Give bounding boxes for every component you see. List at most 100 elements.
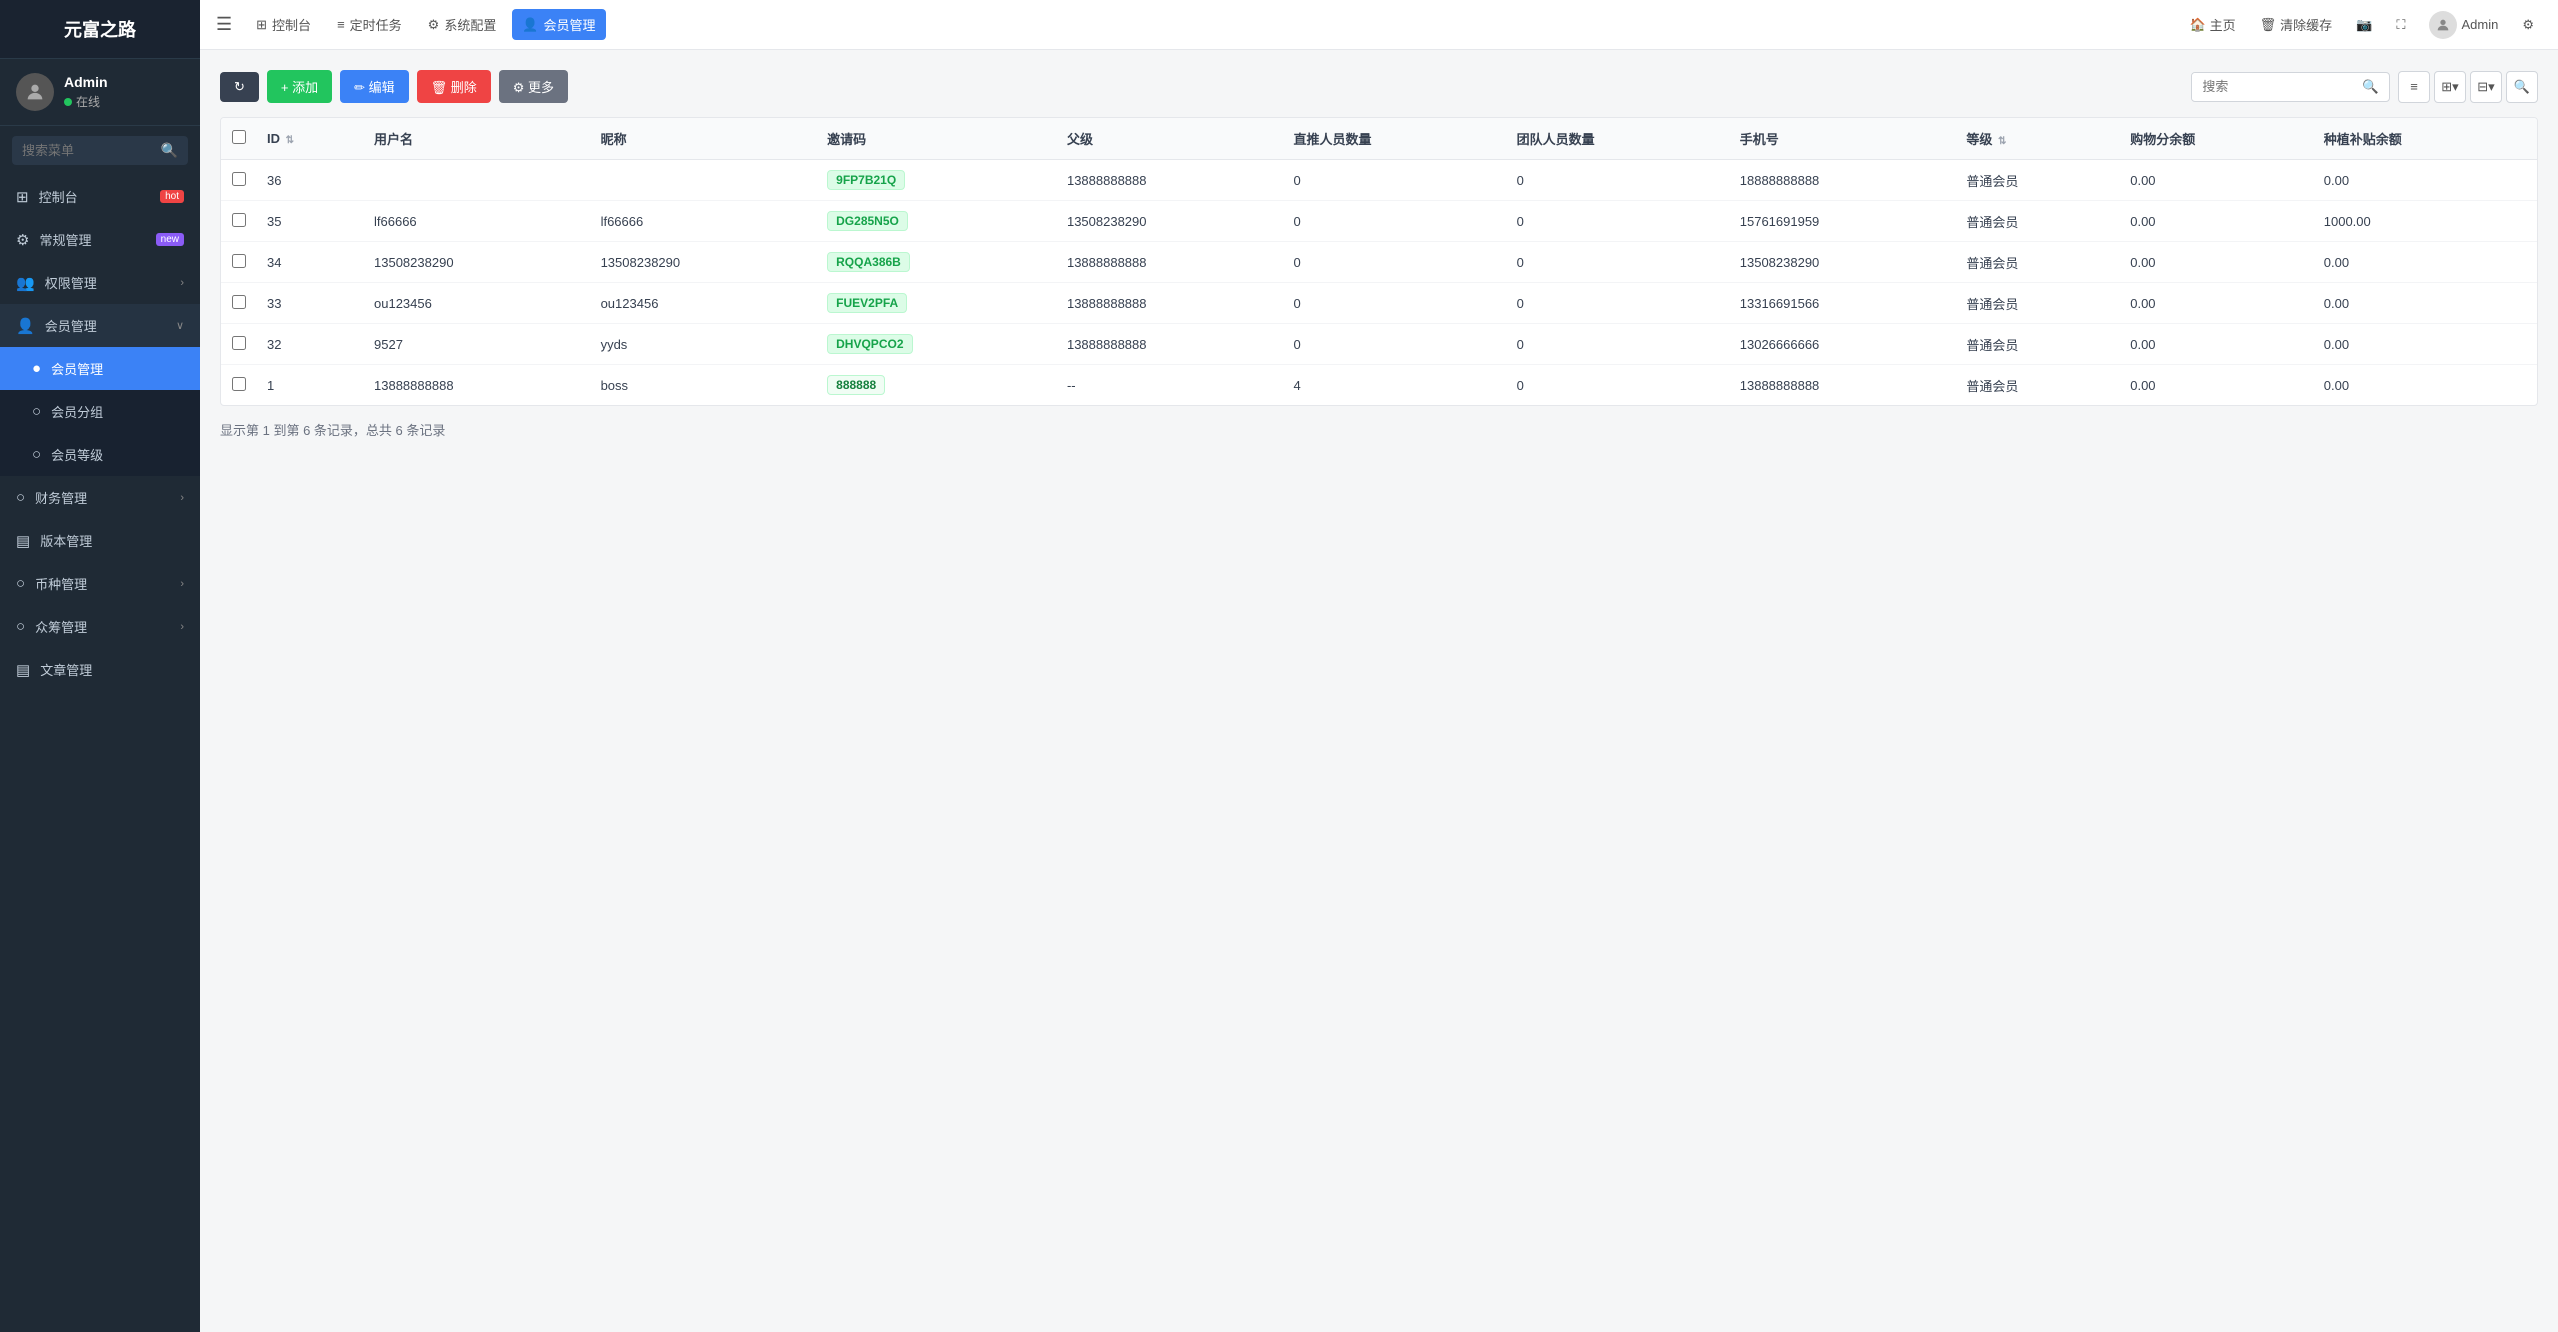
topnav-dashboard[interactable]: ⊞ 控制台 [246, 9, 321, 40]
sidebar-item-currency[interactable]: ○ 币种管理 › [0, 562, 200, 605]
cell-shopping-balance: 0.00 [2120, 160, 2314, 201]
members-table: ID ⇅ 用户名 昵称 邀请码 父级 直推人员数量 团队人员数量 手机号 等级 … [221, 118, 2537, 405]
sidebar-item-label: 财务管理 [35, 488, 180, 507]
cell-parent: 13888888888 [1057, 242, 1284, 283]
header-team-count: 团队人员数量 [1507, 118, 1730, 160]
column-button[interactable]: ⊟▾ [2470, 71, 2502, 103]
sidebar-item-label: 权限管理 [45, 273, 181, 292]
status-dot [64, 98, 72, 106]
grid-icon: ⊞▾ [2441, 79, 2458, 95]
add-button[interactable]: + 添加 [267, 70, 332, 103]
screen-capture-button[interactable]: 📷 [2348, 12, 2380, 38]
header-direct-count: 直推人员数量 [1284, 118, 1507, 160]
header-select-all[interactable] [221, 118, 257, 160]
select-all-checkbox[interactable] [232, 130, 246, 144]
grid-view-button[interactable]: ⊞▾ [2434, 71, 2466, 103]
dot-icon: ○ [32, 446, 41, 463]
sidebar-item-members[interactable]: 👤 会员管理 ∨ [0, 304, 200, 347]
row-checkbox-cell[interactable] [221, 365, 257, 406]
fullscreen-icon: ⛶ [2396, 17, 2405, 33]
chevron-down-icon: ∨ [176, 319, 184, 332]
cell-team-count: 0 [1507, 283, 1730, 324]
sidebar-item-version[interactable]: ▤ 版本管理 [0, 519, 200, 562]
home-button[interactable]: 🏠 主页 [2181, 10, 2243, 39]
cell-level: 普通会员 [1956, 283, 2120, 324]
sidebar-item-member-group[interactable]: ○ 会员分组 [0, 390, 200, 433]
row-checkbox-cell[interactable] [221, 283, 257, 324]
capture-icon: 📷 [2356, 17, 2372, 33]
cell-phone: 13316691566 [1730, 283, 1957, 324]
table-body: 36 9FP7B21Q 13888888888 0 0 18888888888 … [221, 160, 2537, 406]
topnav-sysconfig-label: 系统配置 [444, 15, 496, 34]
row-checkbox[interactable] [232, 213, 246, 227]
cell-level: 普通会员 [1956, 201, 2120, 242]
sidebar-item-dashboard[interactable]: ⊞ 控制台 hot [0, 175, 200, 218]
cell-id: 32 [257, 324, 364, 365]
row-checkbox[interactable] [232, 336, 246, 350]
search-box: 🔍 [2191, 72, 2390, 102]
row-checkbox[interactable] [232, 254, 246, 268]
cell-username: lf66666 [364, 201, 591, 242]
data-table: ID ⇅ 用户名 昵称 邀请码 父级 直推人员数量 团队人员数量 手机号 等级 … [220, 117, 2538, 406]
cell-phone: 13026666666 [1730, 324, 1957, 365]
app-logo: 元富之路 [0, 0, 200, 59]
cell-shopping-balance: 0.00 [2120, 324, 2314, 365]
search-input[interactable] [2192, 73, 2352, 100]
topnav-scheduled[interactable]: ≡ 定时任务 [327, 9, 412, 40]
sidebar-search-input[interactable] [22, 143, 157, 158]
row-checkbox[interactable] [232, 377, 246, 391]
sidebar-item-permissions[interactable]: 👥 权限管理 › [0, 261, 200, 304]
row-checkbox-cell[interactable] [221, 324, 257, 365]
sidebar-item-label: 常规管理 [39, 230, 151, 249]
cell-direct-count: 0 [1284, 324, 1507, 365]
search-toggle-icon: 🔍 [2514, 79, 2530, 95]
topnav-scheduled-label: 定时任务 [350, 15, 402, 34]
row-checkbox-cell[interactable] [221, 160, 257, 201]
hamburger-icon[interactable]: ☰ [216, 14, 232, 35]
cell-username: 9527 [364, 324, 591, 365]
topnav-member[interactable]: 👤 会员管理 [512, 9, 605, 40]
delete-button[interactable]: 🗑 删除 [417, 70, 491, 103]
row-checkbox-cell[interactable] [221, 242, 257, 283]
cell-direct-count: 0 [1284, 201, 1507, 242]
cell-id: 35 [257, 201, 364, 242]
user-profile: Admin 在线 [0, 59, 200, 126]
user-info: Admin 在线 [64, 74, 108, 110]
sidebar-item-crowdfund[interactable]: ○ 众筹管理 › [0, 605, 200, 648]
table-row: 36 9FP7B21Q 13888888888 0 0 18888888888 … [221, 160, 2537, 201]
search-button[interactable]: 🔍 [2352, 73, 2389, 101]
list-view-button[interactable]: ≡ [2398, 71, 2430, 103]
refresh-button[interactable]: ↻ [220, 72, 259, 102]
header-parent: 父级 [1057, 118, 1284, 160]
sort-icon: ⇅ [286, 135, 294, 146]
settings-button[interactable]: ⚙ [2514, 12, 2542, 38]
sidebar-item-member-level[interactable]: ○ 会员等级 [0, 433, 200, 476]
sidebar-item-article[interactable]: ▤ 文章管理 [0, 648, 200, 691]
search-toggle-button[interactable]: 🔍 [2506, 71, 2538, 103]
sidebar-item-label: 币种管理 [35, 574, 180, 593]
admin-name: Admin [2461, 17, 2498, 32]
sidebar-item-general[interactable]: ⚙ 常规管理 new [0, 218, 200, 261]
edit-button[interactable]: ✏ 编辑 [340, 70, 409, 103]
row-checkbox[interactable] [232, 295, 246, 309]
fullscreen-button[interactable]: ⛶ [2388, 12, 2413, 38]
sidebar-item-label: 会员管理 [45, 316, 176, 335]
header-id: ID ⇅ [257, 118, 364, 160]
topnav-dashboard-label: 控制台 [272, 15, 311, 34]
row-checkbox-cell[interactable] [221, 201, 257, 242]
clear-cache-button[interactable]: 🗑 清除缓存 [2252, 10, 2341, 39]
cell-team-count: 0 [1507, 365, 1730, 406]
sidebar-item-finance[interactable]: ○ 财务管理 › [0, 476, 200, 519]
admin-user[interactable]: Admin [2421, 6, 2506, 44]
more-button[interactable]: ⚙ 更多 [499, 70, 568, 103]
finance-icon: ○ [16, 489, 25, 506]
table-row: 32 9527 yyds DHVQPCO2 13888888888 0 0 13… [221, 324, 2537, 365]
row-checkbox[interactable] [232, 172, 246, 186]
topnav-sysconfig[interactable]: ⚙ 系统配置 [418, 9, 507, 40]
header-username: 用户名 [364, 118, 591, 160]
sidebar-search-box[interactable]: 🔍 [12, 136, 188, 165]
sidebar-item-member-manage[interactable]: ● 会员管理 [0, 347, 200, 390]
member-icon: 👤 [16, 317, 35, 335]
cell-phone: 13508238290 [1730, 242, 1957, 283]
cell-plant-balance: 1000.00 [2314, 201, 2537, 242]
